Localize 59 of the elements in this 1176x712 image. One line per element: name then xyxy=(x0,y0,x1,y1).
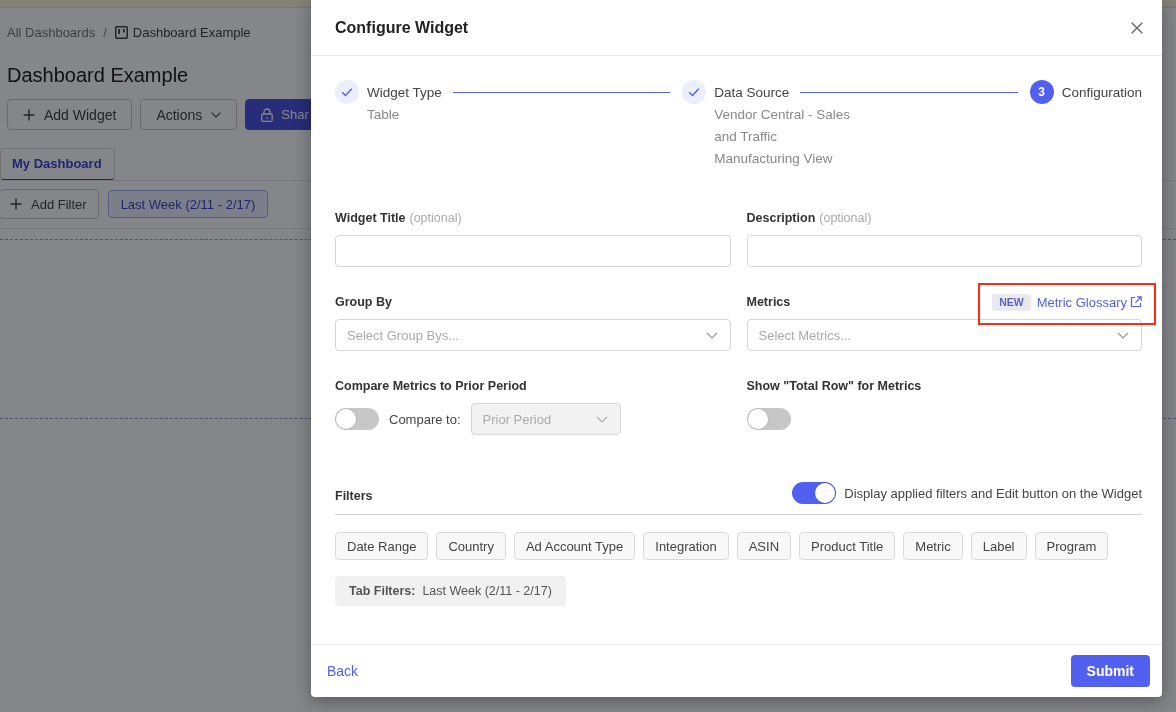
step-title: Widget Type xyxy=(367,84,442,100)
filter-chip[interactable]: Integration xyxy=(643,532,729,560)
filter-chip[interactable]: Metric xyxy=(903,532,963,560)
toolbar-button[interactable]: Actions xyxy=(140,99,238,130)
filter-chip[interactable]: Date Range xyxy=(335,532,429,560)
filter-chip[interactable]: Product Title xyxy=(799,532,896,560)
filter-chip[interactable]: Country xyxy=(436,532,506,560)
toggle-switch[interactable] xyxy=(746,408,791,430)
toolbar-button[interactable]: Shar xyxy=(245,99,311,130)
dialog-title: Configure Widget xyxy=(335,18,469,37)
chevron-down-icon xyxy=(211,111,222,118)
tab-filters-tag: Tab Filters: Last Week (2/11 - 2/17) xyxy=(335,576,566,606)
text-input[interactable] xyxy=(746,235,1142,267)
step-title: Configuration xyxy=(1061,84,1142,100)
chevron-down-icon xyxy=(1117,331,1129,339)
close-button[interactable] xyxy=(1131,21,1143,34)
close-icon xyxy=(1131,21,1143,34)
filter-chip[interactable]: Program xyxy=(1034,532,1109,560)
chevron-down-icon xyxy=(705,331,718,339)
step-detail: Vendor Central - Sales and Traffic xyxy=(714,106,852,146)
toggle-label: Display applied filters and Edit button on the Widget xyxy=(844,485,1142,501)
optional-hint: (optional) xyxy=(409,211,462,225)
page-title: Dashboard Example xyxy=(6,63,190,88)
field-label: Description xyxy=(746,211,816,225)
toggle-switch[interactable] xyxy=(335,408,379,430)
optional-hint: (optional) xyxy=(819,211,872,225)
toolbar-button[interactable]: Add Widget xyxy=(7,99,133,130)
step-number: 3 xyxy=(1029,80,1054,104)
step-title: Data Source xyxy=(714,84,790,100)
filter-chip[interactable]: Ad Account Type xyxy=(513,532,636,560)
new-badge: NEW xyxy=(992,293,1031,311)
board-icon xyxy=(114,25,128,39)
step-detail: Manufacturing View xyxy=(714,150,833,168)
breadcrumb-link[interactable]: All Dashboards xyxy=(7,24,96,40)
field-label: Group By xyxy=(335,295,392,309)
filter-chip[interactable]: Label xyxy=(970,532,1027,560)
chevron-down-icon xyxy=(595,415,608,423)
lock-icon xyxy=(261,107,274,122)
field-label: Show "Total Row" for Metrics xyxy=(746,379,922,393)
submit-button[interactable]: Submit xyxy=(1070,655,1150,687)
step-detail: Table xyxy=(367,106,400,124)
breadcrumb-link[interactable]: Dashboard Example xyxy=(132,24,251,40)
dashboard-tab[interactable]: My Dashboard xyxy=(0,148,115,180)
add-filter-button[interactable]: Add Filter xyxy=(0,189,99,219)
field-label: Metrics xyxy=(746,295,791,309)
plus-icon xyxy=(10,198,22,210)
metric-glossary-link[interactable]: Metric Glossary xyxy=(1036,294,1142,310)
date-filter-chip[interactable]: Last Week (2/11 - 2/17) xyxy=(107,190,269,218)
breadcrumb-separator: / xyxy=(103,24,107,40)
filter-chip[interactable]: ASIN xyxy=(736,532,792,560)
back-link[interactable]: Back xyxy=(327,663,359,679)
section-title: Filters xyxy=(335,489,373,503)
field-label: Compare Metrics to Prior Period xyxy=(335,379,527,393)
field-label: Widget Title xyxy=(335,211,406,225)
compare-label: Compare to: xyxy=(389,411,461,427)
toggle-switch[interactable] xyxy=(792,482,837,504)
external-link-icon xyxy=(1130,296,1142,308)
plus-icon xyxy=(23,108,35,121)
text-input[interactable] xyxy=(335,235,731,267)
